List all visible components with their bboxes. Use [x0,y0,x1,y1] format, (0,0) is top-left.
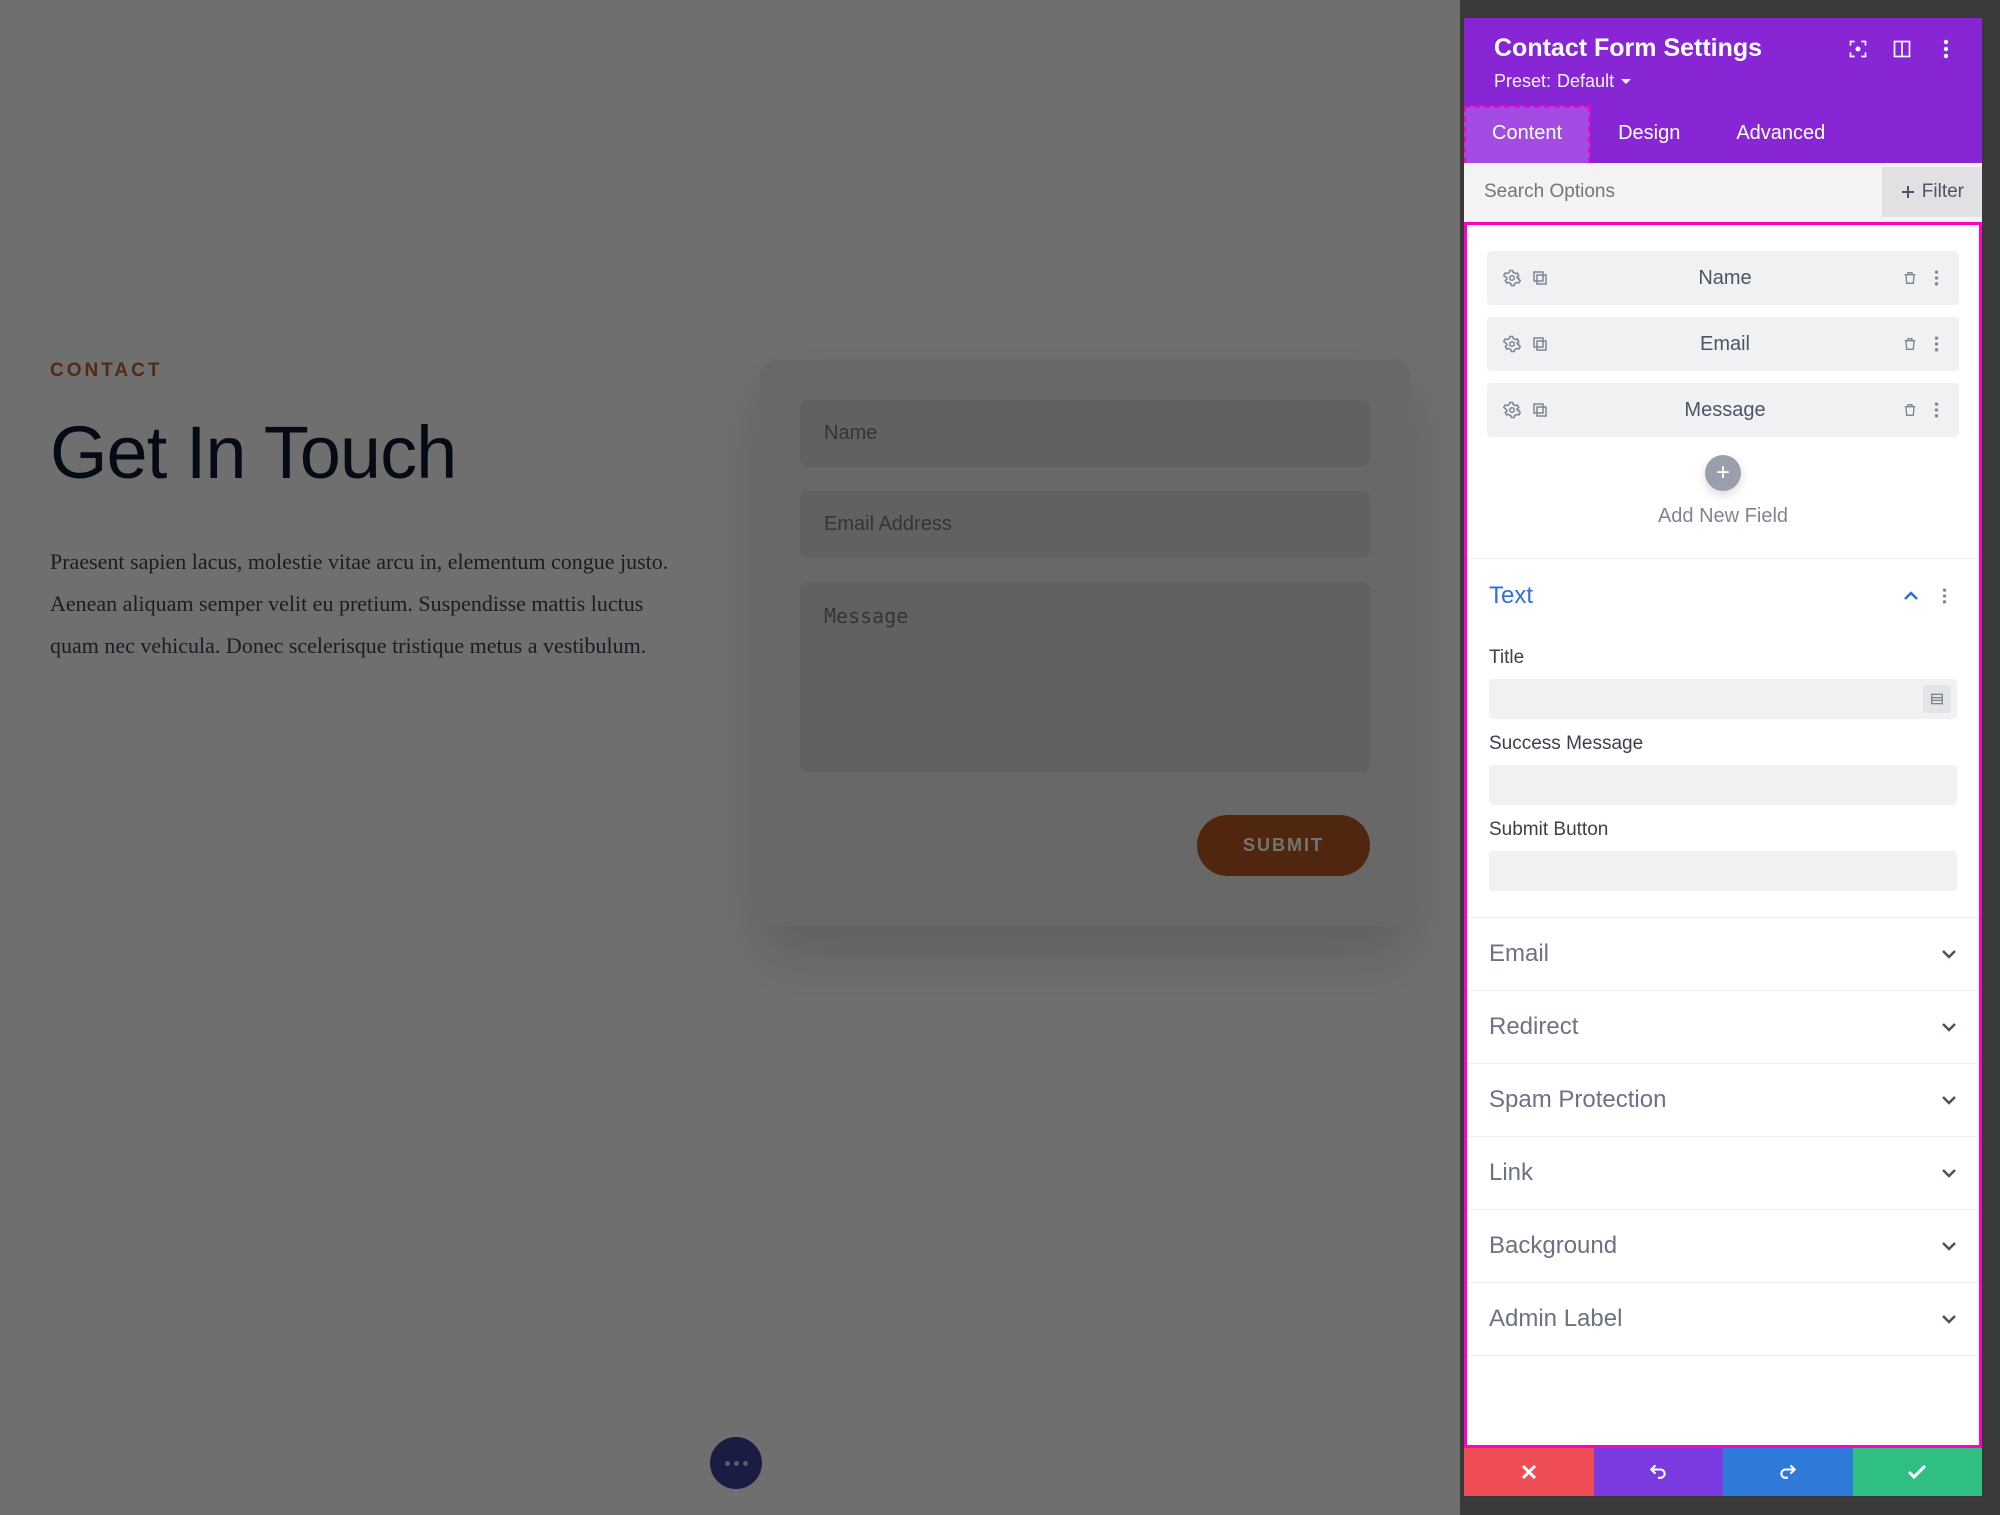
duplicate-icon[interactable] [1527,263,1553,293]
name-field[interactable] [800,400,1370,467]
title-label: Title [1489,647,1957,669]
section-redirect-header[interactable]: Redirect [1467,991,1979,1063]
more-icon[interactable] [1923,329,1949,359]
section-title: Email [1489,940,1941,968]
section-title: Admin Label [1489,1305,1941,1333]
section-admin: Admin Label [1467,1283,1979,1356]
add-field-area: + Add New Field [1487,449,1959,550]
section-link-header[interactable]: Link [1467,1137,1979,1209]
section-email-header[interactable]: Email [1467,918,1979,990]
chevron-down-icon [1620,78,1632,86]
check-icon [1907,1464,1927,1480]
message-field[interactable] [800,582,1370,772]
success-input[interactable] [1489,765,1957,805]
field-label: Email [1553,333,1897,356]
field-row-email[interactable]: Email [1487,317,1959,371]
preset-label: Preset: [1494,71,1551,92]
undo-button[interactable] [1594,1448,1724,1496]
submit-btn-label: Submit Button [1489,819,1957,841]
page-fab[interactable] [710,1437,762,1489]
contact-eyebrow: CONTACT [50,360,700,382]
section-link: Link [1467,1137,1979,1210]
section-email: Email [1467,918,1979,991]
filter-label: Filter [1922,181,1964,203]
contact-copy: CONTACT Get In Touch Praesent sapien lac… [50,360,700,926]
undo-icon [1648,1462,1668,1482]
section-background-header[interactable]: Background [1467,1210,1979,1282]
success-label: Success Message [1489,733,1957,755]
chevron-down-icon [1941,1168,1957,1178]
chevron-up-icon [1903,591,1919,601]
tab-advanced[interactable]: Advanced [1708,106,1853,163]
field-label: Message [1553,399,1897,422]
focus-icon[interactable] [1844,35,1872,63]
section-text-header[interactable]: Text [1467,559,1979,633]
preset-value: Default [1557,71,1614,92]
section-admin-header[interactable]: Admin Label [1467,1283,1979,1355]
redo-button[interactable] [1723,1448,1853,1496]
chevron-down-icon [1941,1022,1957,1032]
gear-icon[interactable] [1497,395,1527,425]
duplicate-icon[interactable] [1527,395,1553,425]
trash-icon[interactable] [1897,395,1923,425]
more-icon[interactable] [1923,395,1949,425]
section-spam-header[interactable]: Spam Protection [1467,1064,1979,1136]
save-button[interactable] [1853,1448,1983,1496]
tab-content[interactable]: Content [1464,106,1590,163]
section-redirect: Redirect [1467,991,1979,1064]
contact-heading: Get In Touch [50,410,700,495]
contact-body: Praesent sapien lacus, molestie vitae ar… [50,541,690,666]
trash-icon[interactable] [1897,263,1923,293]
cancel-button[interactable] [1464,1448,1594,1496]
redo-icon [1778,1462,1798,1482]
layout-icon[interactable] [1888,35,1916,63]
fields-area: Name Email Message + Add New Field [1467,225,1979,559]
field-row-name[interactable]: Name [1487,251,1959,305]
title-input[interactable] [1489,679,1957,719]
gear-icon[interactable] [1497,263,1527,293]
duplicate-icon[interactable] [1527,329,1553,359]
chevron-down-icon [1941,1095,1957,1105]
dynamic-content-icon[interactable] [1923,685,1951,713]
gear-icon[interactable] [1497,329,1527,359]
close-icon [1520,1463,1538,1481]
page-preview: CONTACT Get In Touch Praesent sapien lac… [0,0,1460,1515]
searchbar: Filter [1464,163,1982,222]
section-title: Link [1489,1159,1941,1187]
more-icon[interactable] [1923,263,1949,293]
section-title: Background [1489,1232,1941,1260]
panel-header: Contact Form Settings Preset: Default [1464,18,1982,106]
trash-icon[interactable] [1897,329,1923,359]
section-title: Text [1489,582,1903,610]
field-label: Name [1553,267,1897,290]
panel-title: Contact Form Settings [1494,34,1828,63]
section-background: Background [1467,1210,1979,1283]
panel-footer [1464,1448,1982,1496]
submit-btn-input[interactable] [1489,851,1957,891]
email-field[interactable] [800,491,1370,558]
submit-button[interactable]: SUBMIT [1197,815,1370,876]
section-title: Redirect [1489,1013,1941,1041]
panel-body[interactable]: Name Email Message + Add New Field [1464,222,1982,1448]
section-title: Spam Protection [1489,1086,1941,1114]
chevron-down-icon [1941,1314,1957,1324]
tabs: Content Design Advanced [1464,106,1982,163]
search-input[interactable] [1464,163,1882,221]
more-icon[interactable] [1931,581,1957,611]
field-row-message[interactable]: Message [1487,383,1959,437]
add-field-label: Add New Field [1487,505,1959,528]
plus-icon [1900,184,1916,200]
filter-button[interactable]: Filter [1882,167,1982,217]
contact-form-card: SUBMIT [760,360,1410,926]
chevron-down-icon [1941,949,1957,959]
settings-panel: Contact Form Settings Preset: Default Co… [1464,18,1982,1496]
chevron-down-icon [1941,1241,1957,1251]
more-icon[interactable] [1932,35,1960,63]
tab-design[interactable]: Design [1590,106,1708,163]
add-field-button[interactable]: + [1705,455,1741,491]
section-spam: Spam Protection [1467,1064,1979,1137]
preset-select[interactable]: Preset: Default [1494,71,1960,92]
section-text: Text Title Success Message Submit Button [1467,559,1979,918]
